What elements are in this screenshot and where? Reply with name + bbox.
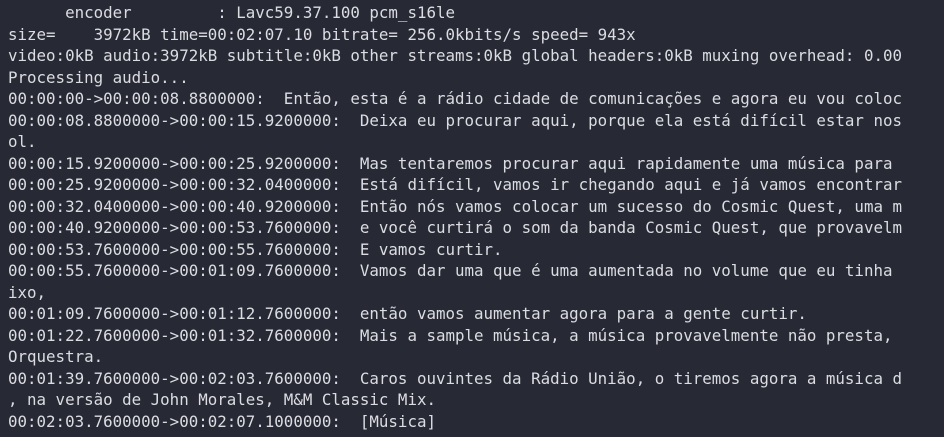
transcript-wrap-line: ixo, [8,282,47,302]
transcript-line: 00:00:25.9200000->00:00:32.0400000: Está… [8,175,902,194]
transcript-line: 00:02:03.7600000->00:02:07.1000000: [Mús… [8,411,436,431]
transcript-line: 00:00:55.7600000->00:01:09.7600000: Vamo… [8,261,893,280]
transcript-line: 00:00:40.9200000->00:00:53.7600000: e vo… [8,218,902,237]
transcript-line: 00:00:08.8800000->00:00:15.9200000: Deix… [8,110,902,130]
transcript-line: 00:01:09.7600000->00:01:12.7600000: entã… [8,304,807,323]
transcript-wrap-line: ol. [8,132,37,151]
processing-status-line: Processing audio... [8,67,189,87]
transcript-line: 00:01:22.7600000->00:01:32.7600000: Mais… [8,325,893,345]
transcript-line: 00:00:00->00:00:08.8800000: Então, esta … [8,89,902,108]
transcript-line: 00:00:53.7600000->00:00:55.7600000: E va… [8,239,503,259]
transcript-line: 00:00:15.9200000->00:00:25.9200000: Mas … [8,153,893,173]
transcript-line: 00:01:39.7600000->00:02:03.7600000: Caro… [8,368,902,388]
terminal-output[interactable]: encoder : Lavc59.37.100 pcm_s16le size= 3… [0,0,944,432]
transcript-line: 00:00:32.0400000->00:00:40.9200000: Entã… [8,196,902,216]
transcript-wrap-line: Orquestra. [8,347,104,366]
transcript-wrap-line: , na versão de John Morales, M&M Classic… [8,390,436,409]
encoder-line: encoder : Lavc59.37.100 pcm_s16le [8,3,455,22]
stream-summary-line: video:0kB audio:3972kB subtitle:0kB othe… [8,46,902,65]
size-stats-line: size= 3972kB time=00:02:07.10 bitrate= 2… [8,24,636,44]
